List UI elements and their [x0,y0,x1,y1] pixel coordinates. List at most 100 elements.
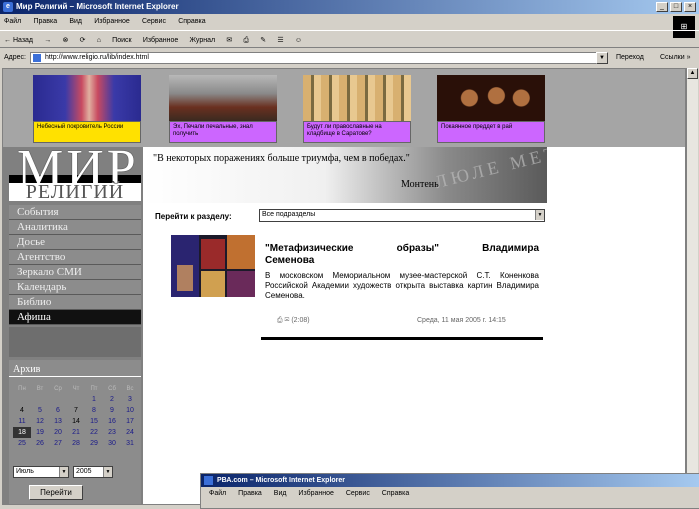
calendar-day[interactable]: 11 [13,416,31,427]
calendar-day[interactable]: 21 [67,427,85,438]
favorites-button[interactable]: Избранное [143,37,178,44]
article-image[interactable] [171,235,255,297]
article-date: Среда, 11 мая 2005 г. 14:15 [417,317,506,324]
banner-item-1[interactable]: Небесный покровитель России [33,75,141,143]
mail-button[interactable]: ✉ [226,37,232,44]
menu-view[interactable]: Вид [69,18,82,25]
messenger-button[interactable]: ☺ [295,37,302,44]
sidebar-item-analytics[interactable]: Аналитика [9,220,141,235]
banner-item-3[interactable]: Будут ли православные на кладбище в Сара… [303,75,411,143]
calendar-day[interactable]: 31 [121,438,139,449]
sidebar-nav: События Аналитика Досье Агентство Зеркал… [9,205,141,325]
calendar-day[interactable]: 20 [49,427,67,438]
calendar-day[interactable]: 9 [103,405,121,416]
archive-go-button[interactable]: Перейти [29,485,83,500]
address-input[interactable]: http://www.religio.ru/lib/index.html [30,52,608,64]
address-url: http://www.religio.ru/lib/index.html [45,54,149,61]
calendar-day[interactable]: 10 [121,405,139,416]
section-select-value: Все подразделы [262,211,316,218]
banner-item-4[interactable]: Покаянное преддет в рай [437,75,545,143]
section-select[interactable]: Все подразделы ▼ [259,209,545,222]
calendar-day[interactable]: 19 [31,427,49,438]
weekday-label: Вт [36,385,44,392]
calendar-day[interactable]: 25 [13,438,31,449]
menu-edit[interactable]: Правка [33,18,57,25]
calendar-day[interactable]: 17 [121,416,139,427]
banner-item-2[interactable]: Эх, Печали печальные, знал получить [169,75,277,143]
menu-view[interactable]: Вид [274,490,287,497]
minimize-button[interactable]: _ [656,2,668,12]
menu-favorites[interactable]: Избранное [94,18,129,25]
links-button[interactable]: Ссылки » [660,50,690,66]
calendar-day[interactable]: 16 [103,416,121,427]
weekday-label: Пн [18,385,26,392]
address-bar: Адрес: http://www.religio.ru/lib/index.h… [0,50,699,66]
banner-caption: Будут ли православные на кладбище в Сара… [303,121,411,143]
article-title-continued[interactable]: Семенова [265,255,314,267]
back-button[interactable]: ← Назад [4,37,33,44]
calendar-day[interactable]: 30 [103,438,121,449]
close-button[interactable]: × [684,2,696,12]
month-select[interactable]: Июль ▼ [13,466,69,478]
calendar-day[interactable]: 26 [31,438,49,449]
go-button[interactable]: Переход [616,50,644,66]
year-select[interactable]: 2005 ▼ [73,466,113,478]
forward-button[interactable]: → [44,37,51,44]
maximize-button[interactable]: □ [670,2,682,12]
address-dropdown-chevron-down-icon[interactable]: ▼ [596,52,608,64]
chevron-down-icon: ▼ [535,210,544,220]
menu-tools[interactable]: Сервис [142,18,166,25]
calendar-day[interactable]: 23 [103,427,121,438]
scroll-up-icon[interactable]: ▲ [687,68,698,79]
menu-tools[interactable]: Сервис [346,490,370,497]
menu-favorites[interactable]: Избранное [298,490,333,497]
calendar-day[interactable]: 4 [13,405,31,416]
article-title[interactable]: "Метафизические образы" Владимира [265,243,539,255]
discuss-button[interactable]: ☰ [277,37,283,44]
sidebar-item-library[interactable]: Библио [9,295,141,310]
calendar-day[interactable]: 28 [67,438,85,449]
calendar-day[interactable]: 14 [67,416,85,427]
sidebar-item-dossier[interactable]: Досье [9,235,141,250]
menu-file[interactable]: Файл [209,490,226,497]
site-logo[interactable]: МИР РЕЛИГИЙ [9,143,141,202]
calendar-day[interactable]: 15 [85,416,103,427]
calendar-day[interactable]: 3 [121,394,139,405]
sidebar: МИР РЕЛИГИЙ События Аналитика Досье Аген… [3,143,143,504]
search-button[interactable]: Поиск [112,37,131,44]
menu-edit[interactable]: Правка [238,490,262,497]
home-button[interactable]: ⌂ [97,37,101,44]
calendar-day[interactable]: 6 [49,405,67,416]
calendar-day[interactable]: 2 [103,394,121,405]
banner-caption: Покаянное преддет в рай [437,121,545,143]
calendar-day[interactable]: 12 [31,416,49,427]
sidebar-item-agency[interactable]: Агентство [9,250,141,265]
history-button[interactable]: Журнал [190,37,216,44]
calendar-day[interactable]: 8 [85,405,103,416]
calendar-day[interactable]: 27 [49,438,67,449]
edit-button[interactable]: ✎ [260,37,266,44]
menu-help[interactable]: Справка [178,18,205,25]
calendar-day[interactable]: 1 [85,394,103,405]
calendar-day[interactable]: 5 [31,405,49,416]
sidebar-item-events[interactable]: События [9,205,141,220]
archive-divider [9,376,141,377]
banner-image [33,75,141,121]
refresh-button[interactable]: ⟳ [80,37,86,44]
calendar-day[interactable]: 7 [67,405,85,416]
sidebar-item-media-mirror[interactable]: Зеркало СМИ [9,265,141,280]
sidebar-item-calendar[interactable]: Календарь [9,280,141,295]
calendar-day[interactable]: 24 [121,427,139,438]
second-browser-window[interactable]: РВА.com – Microsoft Internet Explorer Фа… [200,473,699,509]
calendar-day-today[interactable]: 18 [13,427,31,438]
menu-help[interactable]: Справка [382,490,409,497]
vertical-scrollbar[interactable]: ▲ ▼ [686,68,698,505]
sidebar-item-afisha[interactable]: Афиша [9,310,141,325]
calendar-day[interactable]: 29 [85,438,103,449]
menu-file[interactable]: Файл [4,18,21,25]
print-button[interactable]: ⎙ [243,37,249,44]
calendar-day[interactable]: 13 [49,416,67,427]
calendar-day[interactable]: 22 [85,427,103,438]
quote-banner: ЛЮЛЕ МЕТУ "В некоторых поражениях больше… [143,147,547,203]
stop-button[interactable]: ⊗ [62,37,68,44]
